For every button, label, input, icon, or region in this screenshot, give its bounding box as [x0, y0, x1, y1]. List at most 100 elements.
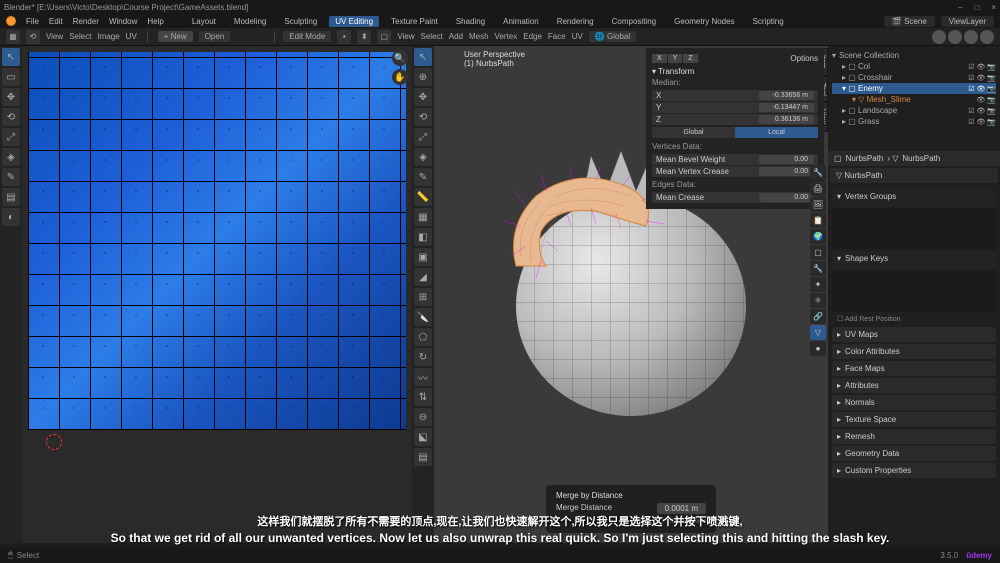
- viewlayer-selector[interactable]: ViewLayer: [941, 16, 994, 27]
- scale-tool-icon[interactable]: ⤢: [2, 128, 20, 146]
- open-image-button[interactable]: Open: [199, 31, 231, 42]
- physics-tab-icon[interactable]: ⚛: [810, 293, 826, 308]
- view-tab-icon[interactable]: 🖼: [810, 197, 826, 212]
- shading-rendered-icon[interactable]: [980, 30, 994, 44]
- tab-compositing[interactable]: Compositing: [606, 16, 662, 27]
- menu-edit[interactable]: Edit: [49, 17, 63, 26]
- geometry-data-section[interactable]: ▸ Geometry Data: [832, 446, 996, 461]
- uv-menu-uv[interactable]: UV: [126, 32, 137, 41]
- move-tool-icon[interactable]: ✥: [2, 88, 20, 106]
- outliner-scene-collection[interactable]: ▾ Scene Collection: [832, 50, 996, 61]
- tab-uv-editing[interactable]: UV Editing: [329, 16, 379, 27]
- x-field[interactable]: -0.33656 m: [759, 91, 814, 100]
- modifier-tab-icon[interactable]: 🔧: [810, 261, 826, 276]
- mode-dropdown[interactable]: Edit Mode: [283, 31, 331, 42]
- color-attributes-section[interactable]: ▸ Color Attributes: [832, 344, 996, 359]
- annotate-tool-icon[interactable]: ✎: [2, 168, 20, 186]
- vp-transform-tool-icon[interactable]: ◈: [414, 148, 432, 166]
- vert-select-icon[interactable]: ▪: [337, 30, 351, 44]
- vp-add-tool-icon[interactable]: ▦: [414, 208, 432, 226]
- vp-menu-add[interactable]: Add: [449, 32, 463, 41]
- material-tab-icon[interactable]: ●: [810, 341, 826, 356]
- vp-spin-tool-icon[interactable]: ↻: [414, 348, 432, 366]
- vp-knife-tool-icon[interactable]: 🔪: [414, 308, 432, 326]
- crease-field[interactable]: 0.00: [759, 193, 814, 202]
- rip-tool-icon[interactable]: ▤: [2, 188, 20, 206]
- uv-maps-section[interactable]: ▸ UV Maps: [832, 327, 996, 342]
- edge-select-icon[interactable]: ⬍: [357, 30, 371, 44]
- editor-type-icon[interactable]: ▦: [6, 30, 20, 44]
- tab-modeling[interactable]: Modeling: [228, 16, 272, 27]
- constraint-tab-icon[interactable]: 🔗: [810, 309, 826, 324]
- outliner-item[interactable]: ▸ ▢ Col☑ 👁 📷: [832, 61, 996, 72]
- pill-y[interactable]: Y: [668, 54, 683, 63]
- vp-measure-tool-icon[interactable]: 📏: [414, 188, 432, 206]
- menu-render[interactable]: Render: [73, 17, 99, 26]
- object-tab-icon[interactable]: ▢: [810, 245, 826, 260]
- menu-file[interactable]: File: [26, 17, 39, 26]
- vp-slide-tool-icon[interactable]: ⇅: [414, 388, 432, 406]
- orientation-dropdown[interactable]: 🌐 Global: [589, 31, 636, 42]
- vp-shrink-tool-icon[interactable]: ⊖: [414, 408, 432, 426]
- local-toggle[interactable]: Local: [735, 127, 818, 138]
- vp-menu-select[interactable]: Select: [421, 32, 443, 41]
- tab-texture-paint[interactable]: Texture Paint: [385, 16, 444, 27]
- menu-help[interactable]: Help: [147, 17, 163, 26]
- vertex-groups-section[interactable]: ▾ Vertex Groups: [832, 189, 996, 207]
- vp-menu-face[interactable]: Face: [548, 32, 566, 41]
- vp-menu-uv[interactable]: UV: [572, 32, 583, 41]
- pill-z[interactable]: Z: [683, 54, 697, 63]
- bc-item2[interactable]: NurbsPath: [902, 154, 940, 163]
- scene-tab-icon[interactable]: 📋: [810, 213, 826, 228]
- output-tab-icon[interactable]: 🖨: [810, 181, 826, 196]
- transform-tool-icon[interactable]: ◈: [2, 148, 20, 166]
- vp-loopcut-tool-icon[interactable]: ⊞: [414, 288, 432, 306]
- uv-menu-view[interactable]: View: [46, 32, 63, 41]
- options-button[interactable]: Options: [790, 54, 818, 63]
- vp-annotate-tool-icon[interactable]: ✎: [414, 168, 432, 186]
- pan-icon[interactable]: ✋: [392, 69, 408, 85]
- y-field[interactable]: -0.13447 m: [759, 103, 814, 112]
- close-button[interactable]: ×: [991, 3, 996, 12]
- outliner-item[interactable]: ▸ ▢ Landscape☑ 👁 📷: [832, 105, 996, 116]
- vp-menu-edge[interactable]: Edge: [523, 32, 542, 41]
- vp-shear-tool-icon[interactable]: ⬕: [414, 428, 432, 446]
- vp-inset-tool-icon[interactable]: ▣: [414, 248, 432, 266]
- tab-animation[interactable]: Animation: [497, 16, 545, 27]
- texture-space-section[interactable]: ▸ Texture Space: [832, 412, 996, 427]
- z-field[interactable]: 0.36136 m: [759, 115, 814, 124]
- vp-move-tool-icon[interactable]: ✥: [414, 88, 432, 106]
- tab-layout[interactable]: Layout: [186, 16, 222, 27]
- vp-poly-tool-icon[interactable]: ⬠: [414, 328, 432, 346]
- bc-item1[interactable]: NurbsPath: [846, 154, 884, 163]
- particle-tab-icon[interactable]: ✦: [810, 277, 826, 292]
- attributes-section[interactable]: ▸ Attributes: [832, 378, 996, 393]
- vp-select-tool-icon[interactable]: ↖: [414, 48, 432, 66]
- pill-x[interactable]: X: [652, 54, 667, 63]
- outliner-item[interactable]: ▸ ▢ Crosshair☑ 👁 📷: [832, 72, 996, 83]
- vp-extrude-tool-icon[interactable]: ◧: [414, 228, 432, 246]
- shape-keys-section[interactable]: ▾ Shape Keys: [832, 251, 996, 269]
- tab-shading[interactable]: Shading: [450, 16, 491, 27]
- object-name-field[interactable]: ▽ NurbsPath: [830, 168, 998, 183]
- scene-selector[interactable]: 🎬 Scene: [884, 16, 935, 27]
- grab-tool-icon[interactable]: ◐: [2, 208, 20, 226]
- uv-editor[interactable]: 🔍 ✋: [22, 46, 412, 543]
- mesh-tab-icon[interactable]: ▽: [810, 325, 826, 340]
- outliner-item[interactable]: ▾ ▽ Mesh_Slime👁 📷: [832, 94, 996, 105]
- vp-bevel-tool-icon[interactable]: ◢: [414, 268, 432, 286]
- cursor-tool-icon[interactable]: ↖: [2, 48, 20, 66]
- global-toggle[interactable]: Global: [652, 127, 735, 138]
- outliner-item[interactable]: ▸ ▢ Grass☑ 👁 📷: [832, 116, 996, 127]
- uv-menu-image[interactable]: Image: [97, 32, 119, 41]
- vp-menu-view[interactable]: View: [397, 32, 414, 41]
- face-select-icon[interactable]: ▢: [377, 30, 391, 44]
- vp-menu-vertex[interactable]: Vertex: [495, 32, 518, 41]
- select-tool-icon[interactable]: ▭: [2, 68, 20, 86]
- blender-logo-icon[interactable]: [6, 16, 16, 26]
- uv-menu-select[interactable]: Select: [69, 32, 91, 41]
- shape-keys-list[interactable]: [832, 271, 996, 311]
- sync-icon[interactable]: ⟲: [26, 30, 40, 44]
- outliner-item-selected[interactable]: ▾ ▢ Enemy☑ 👁 📷: [832, 83, 996, 94]
- tab-geometry-nodes[interactable]: Geometry Nodes: [668, 16, 740, 27]
